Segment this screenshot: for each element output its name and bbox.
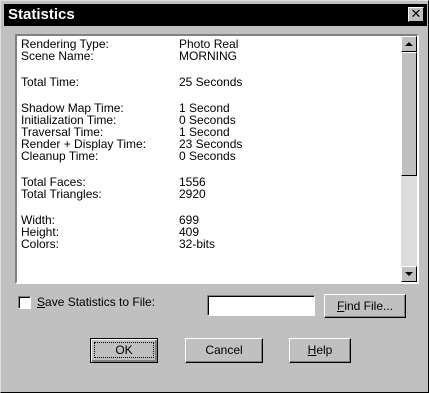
vertical-scrollbar[interactable] xyxy=(401,36,417,282)
stat-row: Width: 699 xyxy=(21,214,401,226)
save-mnemonic: S xyxy=(37,295,46,309)
stat-key: Cleanup Time: xyxy=(21,149,99,163)
stat-row: Cleanup Time: 0 Seconds xyxy=(21,150,401,162)
stat-value: 32-bits xyxy=(179,237,216,251)
stat-key: Colors: xyxy=(21,237,60,251)
statistics-list[interactable]: Rendering Type: Photo Real Scene Name: MORN… xyxy=(15,34,419,284)
stat-value: 0 Seconds xyxy=(179,149,236,163)
help-label: elp xyxy=(316,343,333,357)
stat-row xyxy=(21,200,401,214)
save-statistics-label[interactable]: Save Statistics to File: xyxy=(37,295,155,309)
scroll-up-arrow-icon xyxy=(405,42,413,46)
title-bar[interactable]: Statistics ✕ xyxy=(4,4,427,26)
close-icon: ✕ xyxy=(410,6,422,21)
statistics-content: Rendering Type: Photo Real Scene Name: MORN… xyxy=(21,38,401,250)
save-statistics-checkbox[interactable] xyxy=(18,296,31,309)
ok-label: OK xyxy=(94,342,154,358)
stat-key: Scene Name: xyxy=(21,49,94,63)
find-label: ind File... xyxy=(344,299,394,313)
scrollbar-thumb[interactable] xyxy=(401,52,417,176)
stat-value: 25 Seconds xyxy=(179,75,243,89)
stat-value: MORNING xyxy=(179,49,237,63)
cancel-label: Cancel xyxy=(205,343,243,357)
dialog-title: Statistics xyxy=(8,6,75,23)
help-button[interactable]: Help xyxy=(289,338,351,363)
cancel-button[interactable]: Cancel xyxy=(185,338,263,363)
stat-value: 2920 xyxy=(179,187,206,201)
ok-button[interactable]: OK xyxy=(90,338,158,363)
stat-key: Total Triangles: xyxy=(21,187,102,201)
scroll-up-button[interactable] xyxy=(401,36,417,52)
stat-row: Scene Name: MORNING xyxy=(21,50,401,62)
stat-row: Total Triangles: 2920 xyxy=(21,188,401,200)
scroll-down-arrow-icon xyxy=(405,272,413,276)
statistics-file-input[interactable] xyxy=(207,295,315,316)
stat-key: Total Time: xyxy=(21,75,80,89)
stat-row: Total Time: 25 Seconds xyxy=(21,76,401,88)
scroll-down-button[interactable] xyxy=(401,266,417,282)
stat-row xyxy=(21,162,401,176)
stat-row: Colors: 32-bits xyxy=(21,238,401,250)
close-button[interactable]: ✕ xyxy=(408,7,424,22)
find-file-button[interactable]: Find File... xyxy=(324,294,406,318)
save-label-text: ave Statistics to File: xyxy=(45,295,156,309)
stat-row xyxy=(21,88,401,102)
stat-row xyxy=(21,62,401,76)
statistics-dialog: Statistics ✕ Rendering Type: Photo Real Sc… xyxy=(0,0,429,393)
